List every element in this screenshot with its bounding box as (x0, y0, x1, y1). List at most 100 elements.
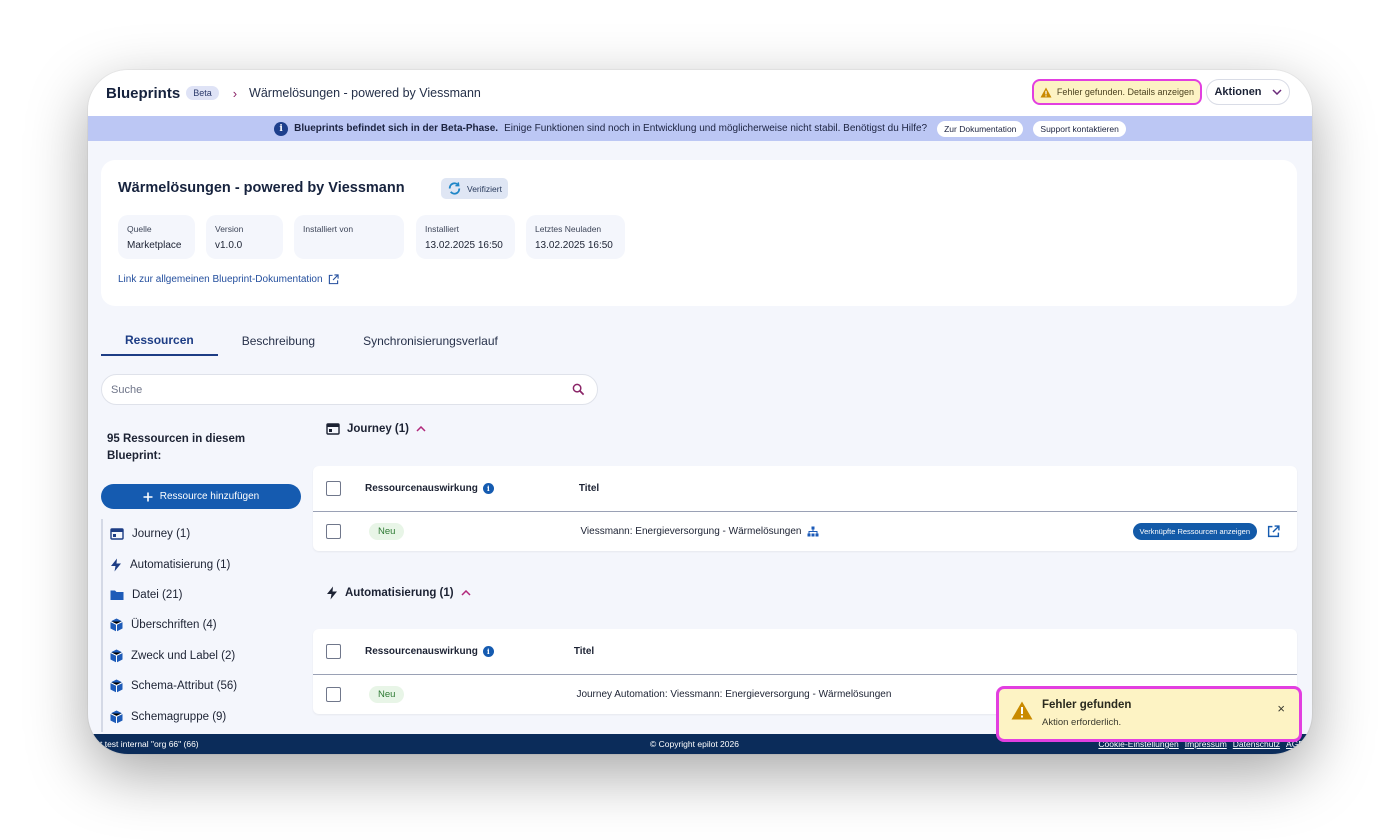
sidebar-item-purpose-label[interactable]: Zweck und Label (2) (103, 641, 301, 671)
linked-resources-button[interactable]: Verknüpfte Ressourcen anzeigen (1132, 523, 1257, 540)
beta-badge: Beta (186, 86, 219, 100)
status-badge: Neu (369, 523, 405, 540)
hierarchy-icon (807, 526, 819, 537)
tab-resources[interactable]: Ressourcen (101, 326, 218, 356)
column-impact: Ressourcenauswirkung (365, 483, 478, 494)
search-input[interactable]: Suche (101, 374, 598, 405)
support-button[interactable]: Support kontaktieren (1033, 120, 1126, 137)
journey-icon (110, 528, 124, 540)
tab-description[interactable]: Beschreibung (218, 326, 339, 356)
lightning-icon (327, 586, 337, 600)
info-icon: i (274, 121, 289, 136)
meta-value: Marketplace (127, 240, 182, 251)
toast-title: Fehler gefunden (1042, 699, 1132, 711)
meta-value: 13.02.2025 16:50 (535, 240, 613, 251)
section-automation-header[interactable]: Automatisierung (1) (326, 586, 471, 600)
footer-org: t test internal "org 66" (66) (100, 739, 199, 749)
table-header: Ressourcenauswirkung i Titel (313, 466, 1297, 512)
close-icon[interactable]: × (1277, 701, 1285, 716)
sidebar-item-schema-attribute[interactable]: Schema-Attribut (56) (103, 671, 301, 701)
info-icon[interactable]: i (482, 483, 494, 494)
toast-message: Aktion erforderlich. (1042, 717, 1122, 728)
beta-banner-text: Einige Funktionen sind noch in Entwicklu… (504, 123, 928, 134)
error-details-label: Fehler gefunden. Details anzeigen (1056, 87, 1194, 97)
beta-banner: i Blueprints befindet sich in der Beta-P… (88, 116, 1312, 141)
meta-installed: Installiert 13.02.2025 16:50 (416, 215, 515, 259)
warning-icon (1011, 701, 1033, 720)
row-title: Viessmann: Energieversorgung - Wärmelösu… (580, 526, 802, 537)
cube-icon (110, 618, 123, 632)
chevron-up-icon[interactable] (416, 426, 426, 432)
resource-type-list: Journey (1) Automatisierung (1) Datei (2… (101, 519, 301, 732)
meta-value: v1.0.0 (215, 240, 243, 251)
warning-icon (1040, 87, 1052, 97)
meta-last-reload: Letztes Neuladen 13.02.2025 16:50 (526, 215, 625, 259)
sidebar-item-label: Datei (21) (132, 588, 183, 601)
select-all-checkbox[interactable] (326, 481, 341, 496)
add-resource-button[interactable]: Ressource hinzufügen (101, 484, 301, 509)
sidebar-item-automation[interactable]: Automatisierung (1) (103, 549, 301, 579)
beta-banner-bold: Blueprints befindet sich in der Beta-Pha… (294, 123, 499, 134)
table-row[interactable]: Neu Viessmann: Energieversorgung - Wärme… (313, 512, 1297, 551)
sidebar-item-label: Schema-Attribut (56) (131, 680, 238, 693)
tab-sync-history[interactable]: Synchronisierungsverlauf (339, 326, 522, 356)
sidebar-item-label: Schemagruppe (9) (131, 710, 227, 723)
row-checkbox[interactable] (326, 687, 341, 702)
error-toast[interactable]: Fehler gefunden Aktion erforderlich. × (996, 686, 1302, 742)
chevron-down-icon (1272, 89, 1282, 95)
lightning-icon (111, 558, 121, 572)
cube-icon (110, 710, 123, 724)
meta-label: Installiert (425, 224, 460, 234)
docs-button[interactable]: Zur Dokumentation (937, 120, 1024, 137)
sidebar-item-file[interactable]: Datei (21) (103, 580, 301, 610)
column-title: Titel (573, 646, 595, 657)
sidebar-item-label: Journey (1) (132, 528, 191, 541)
meta-label: Quelle (127, 224, 152, 234)
actions-dropdown[interactable]: Aktionen (1206, 79, 1290, 105)
sidebar-item-schema-group[interactable]: Schemagruppe (9) (103, 701, 301, 731)
search-placeholder: Suche (111, 383, 143, 396)
resource-tabs: Ressourcen Beschreibung Synchronisierung… (101, 326, 522, 356)
meta-source: Quelle Marketplace (118, 215, 195, 259)
sidebar-item-label: Überschriften (4) (131, 619, 217, 632)
search-icon (572, 383, 585, 396)
meta-label: Installiert von (303, 224, 354, 234)
sidebar-item-label: Zweck und Label (2) (131, 649, 236, 662)
info-icon[interactable]: i (482, 646, 494, 657)
section-journey-title: Journey (1) (347, 423, 409, 435)
blueprint-title: Wärmelösungen - powered by Viessmann (118, 180, 405, 196)
plus-icon (143, 492, 153, 501)
verified-label: Verifiziert (467, 183, 502, 194)
meta-value: 13.02.2025 16:50 (425, 240, 503, 251)
column-impact: Ressourcenauswirkung (365, 646, 478, 657)
folder-icon (110, 590, 124, 600)
cube-icon (110, 679, 123, 693)
meta-label: Version (215, 224, 244, 234)
sidebar-item-label: Automatisierung (1) (130, 558, 231, 571)
blueprint-info-card: Wärmelösungen - powered by Viessmann Ver… (101, 160, 1297, 306)
chevron-up-icon[interactable] (461, 590, 471, 596)
verified-icon (448, 182, 461, 195)
meta-version: Version v1.0.0 (206, 215, 283, 259)
status-badge: Neu (369, 686, 405, 703)
sidebar-item-headings[interactable]: Überschriften (4) (103, 610, 301, 640)
section-journey-header[interactable]: Journey (1) (326, 423, 426, 435)
error-details-button[interactable]: Fehler gefunden. Details anzeigen (1031, 79, 1202, 105)
resource-count: 95 Ressourcen in diesem Blueprint: (107, 433, 246, 462)
actions-label: Aktionen (1214, 86, 1262, 98)
brand-title[interactable]: Blueprints (106, 85, 180, 102)
blueprint-doc-link[interactable]: Link zur allgemeinen Blueprint-Dokumenta… (118, 274, 339, 285)
table-header: Ressourcenauswirkung i Titel (313, 629, 1297, 675)
breadcrumb-separator: › (232, 85, 238, 101)
row-checkbox[interactable] (326, 524, 341, 539)
select-all-checkbox[interactable] (326, 644, 341, 659)
verified-badge: Verifiziert (441, 178, 508, 199)
external-link-icon (328, 274, 339, 285)
doc-link-label: Link zur allgemeinen Blueprint-Dokumenta… (118, 274, 323, 285)
add-resource-label: Ressource hinzufügen (159, 491, 260, 502)
sidebar-item-journey[interactable]: Journey (1) (103, 519, 301, 549)
meta-label: Letztes Neuladen (535, 224, 602, 234)
footer-copyright: © Copyright epilot 2026 (650, 739, 739, 749)
cube-icon (110, 649, 123, 663)
external-link-icon[interactable] (1267, 525, 1280, 538)
